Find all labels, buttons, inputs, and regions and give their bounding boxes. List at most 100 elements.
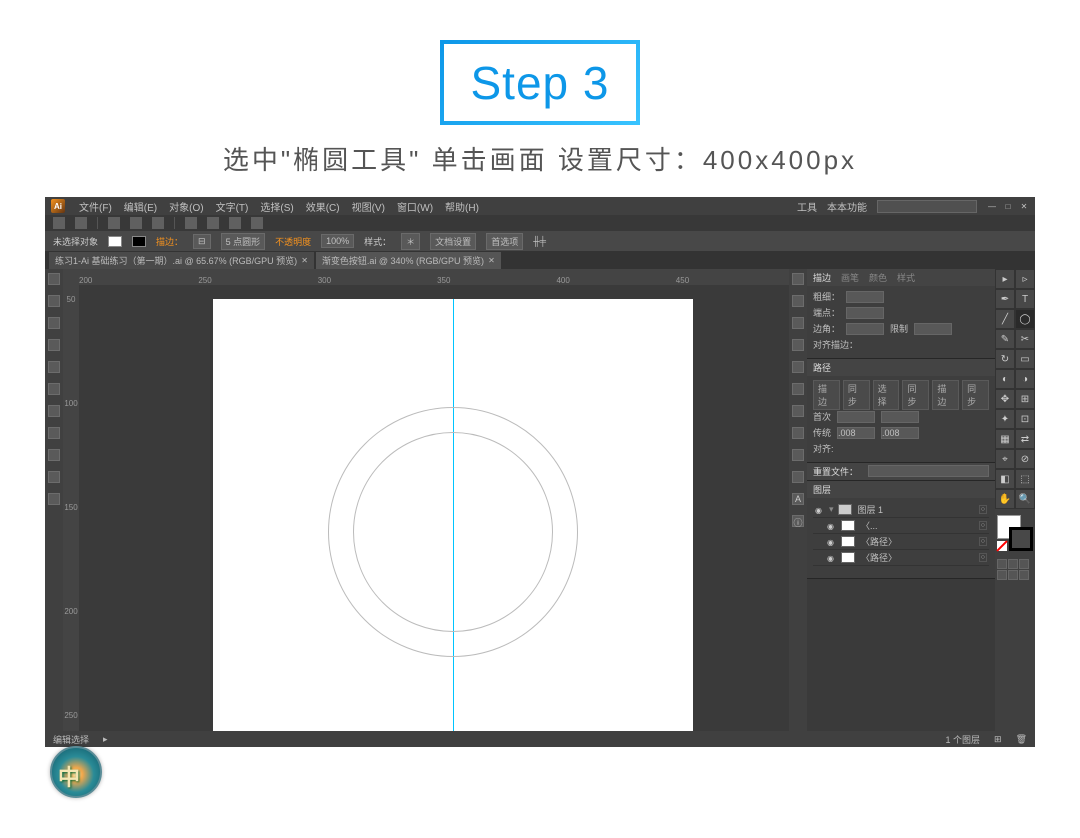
panel-strip-icon[interactable]: [792, 273, 804, 285]
appbar-icon[interactable]: [207, 217, 219, 229]
mode-btn[interactable]: [1019, 559, 1029, 569]
layer-name[interactable]: 图层 1: [856, 503, 975, 516]
tool-button[interactable]: ◯: [1015, 309, 1035, 329]
canvas-area[interactable]: 200 250 300 350 400 450 500 550 600 650 …: [63, 269, 789, 747]
tool-button[interactable]: ⇄: [1015, 429, 1035, 449]
panel-strip-icon[interactable]: [48, 361, 60, 373]
target-icon[interactable]: ○: [979, 537, 987, 546]
panel-strip-icon[interactable]: [48, 295, 60, 307]
visibility-icon[interactable]: [815, 505, 825, 515]
trash-icon[interactable]: 🗑: [1016, 734, 1027, 745]
menu-edit[interactable]: 编辑(E): [124, 199, 157, 214]
pathfinder-btn[interactable]: 同步: [843, 380, 870, 410]
panel-strip-icon[interactable]: [48, 339, 60, 351]
tab-close-icon[interactable]: ✕: [488, 256, 495, 265]
libraries-combo[interactable]: [868, 465, 989, 477]
panel-strip-icon[interactable]: [792, 295, 804, 307]
menu-view[interactable]: 视图(V): [352, 199, 385, 214]
cap-field[interactable]: [846, 307, 884, 319]
panel-strip-icon[interactable]: [792, 427, 804, 439]
pathfinder-btn[interactable]: 选择: [873, 380, 900, 410]
align-icon[interactable]: ╫╪: [533, 236, 546, 246]
appbar-icon[interactable]: [185, 217, 197, 229]
tool-button[interactable]: ✒: [995, 289, 1015, 309]
panel-strip-icon[interactable]: [792, 405, 804, 417]
panel-strip-icon[interactable]: [48, 449, 60, 461]
tool-button[interactable]: ↻: [995, 349, 1015, 369]
appbar-icon[interactable]: [108, 217, 120, 229]
stroke-swatch[interactable]: [132, 236, 146, 247]
visibility-icon[interactable]: [827, 537, 837, 547]
panel-strip-icon[interactable]: [792, 317, 804, 329]
visibility-icon[interactable]: [827, 521, 837, 531]
brush-combo[interactable]: 5 点圆形: [221, 233, 266, 250]
panel-tab-brush[interactable]: 画笔: [841, 271, 859, 284]
workspace-label[interactable]: 工具: [797, 199, 817, 214]
panel-strip-icon[interactable]: [48, 471, 60, 483]
mode-btn[interactable]: [997, 559, 1007, 569]
target-icon[interactable]: ○: [979, 553, 987, 562]
tool-button[interactable]: ⊡: [1015, 409, 1035, 429]
tool-button[interactable]: ▦: [995, 429, 1015, 449]
tool-button[interactable]: ✎: [995, 329, 1015, 349]
pathfinder-btn[interactable]: 同步: [962, 380, 989, 410]
minimize-icon[interactable]: —: [987, 201, 997, 211]
stroke-box[interactable]: [1009, 527, 1033, 551]
limit-field[interactable]: [914, 323, 952, 335]
appbar-icon[interactable]: [251, 217, 263, 229]
opacity-combo[interactable]: 100%: [321, 234, 354, 248]
menu-window[interactable]: 窗口(W): [397, 199, 433, 214]
panel-tab-color[interactable]: 颜色: [869, 271, 887, 284]
panel-strip-icon[interactable]: [48, 493, 60, 505]
doc-tab-2[interactable]: 渐变色按钮.ai @ 340% (RGB/GPU 预览) ✕: [316, 252, 501, 269]
info-panel-icon[interactable]: [792, 515, 804, 527]
pathfinder-btn[interactable]: 描边: [932, 380, 959, 410]
panel-strip-icon[interactable]: [48, 383, 60, 395]
tool-button[interactable]: ✋: [995, 489, 1015, 509]
tool-button[interactable]: ▭: [1015, 349, 1035, 369]
corner-field[interactable]: [846, 323, 884, 335]
status-sel[interactable]: 编辑选择: [53, 733, 89, 746]
target-icon[interactable]: ○: [979, 505, 987, 514]
weight-field[interactable]: [846, 291, 884, 303]
tool-button[interactable]: ╱: [995, 309, 1015, 329]
tool-button[interactable]: ◑: [1015, 369, 1035, 389]
panel-tab-style[interactable]: 样式: [897, 271, 915, 284]
fill-stroke-control[interactable]: [997, 515, 1033, 551]
layer-name[interactable]: 〈路径〉: [859, 551, 975, 564]
doc-setup-button[interactable]: 文档设置: [430, 233, 476, 250]
workspace-switch[interactable]: 本本功能: [827, 199, 867, 214]
tool-button[interactable]: ⬚: [1015, 469, 1035, 489]
artboard[interactable]: [213, 299, 693, 747]
panel-strip-icon[interactable]: [792, 339, 804, 351]
layer-name[interactable]: 〈路径〉: [859, 535, 975, 548]
style-combo[interactable]: ＊: [401, 233, 420, 250]
panel-strip-icon[interactable]: [48, 405, 60, 417]
mode-btn[interactable]: [1008, 570, 1018, 580]
appbar-icon[interactable]: [53, 217, 65, 229]
prefs-button[interactable]: 首选项: [486, 233, 523, 250]
field[interactable]: [837, 411, 875, 423]
tool-button[interactable]: ▸: [995, 269, 1015, 289]
none-swatch-icon[interactable]: [997, 541, 1007, 551]
panel-tab-pathfinder[interactable]: 路径: [813, 361, 831, 374]
appbar-icon[interactable]: [229, 217, 241, 229]
maximize-icon[interactable]: □: [1003, 201, 1013, 211]
menu-select[interactable]: 选择(S): [260, 199, 293, 214]
y-field[interactable]: .008: [881, 427, 919, 439]
pathfinder-btn[interactable]: 同步: [902, 380, 929, 410]
tool-button[interactable]: ⊘: [1015, 449, 1035, 469]
panel-strip-icon[interactable]: [792, 471, 804, 483]
expand-icon[interactable]: ▾: [829, 504, 834, 515]
libraries-label[interactable]: 重置文件：: [813, 465, 858, 478]
tool-button[interactable]: ✥: [995, 389, 1015, 409]
tool-button[interactable]: 🔍: [1015, 489, 1035, 509]
layer-row[interactable]: 〈... ○: [813, 518, 989, 534]
panel-strip-icon[interactable]: [792, 449, 804, 461]
doc-tab-1[interactable]: 练习1-Ai 基础练习（第一期）.ai @ 65.67% (RGB/GPU 预览…: [49, 252, 314, 269]
mode-btn[interactable]: [1019, 570, 1029, 580]
panel-strip-icon[interactable]: [792, 361, 804, 373]
tool-button[interactable]: T: [1015, 289, 1035, 309]
tool-button[interactable]: ▹: [1015, 269, 1035, 289]
menu-object[interactable]: 对象(O): [169, 199, 203, 214]
